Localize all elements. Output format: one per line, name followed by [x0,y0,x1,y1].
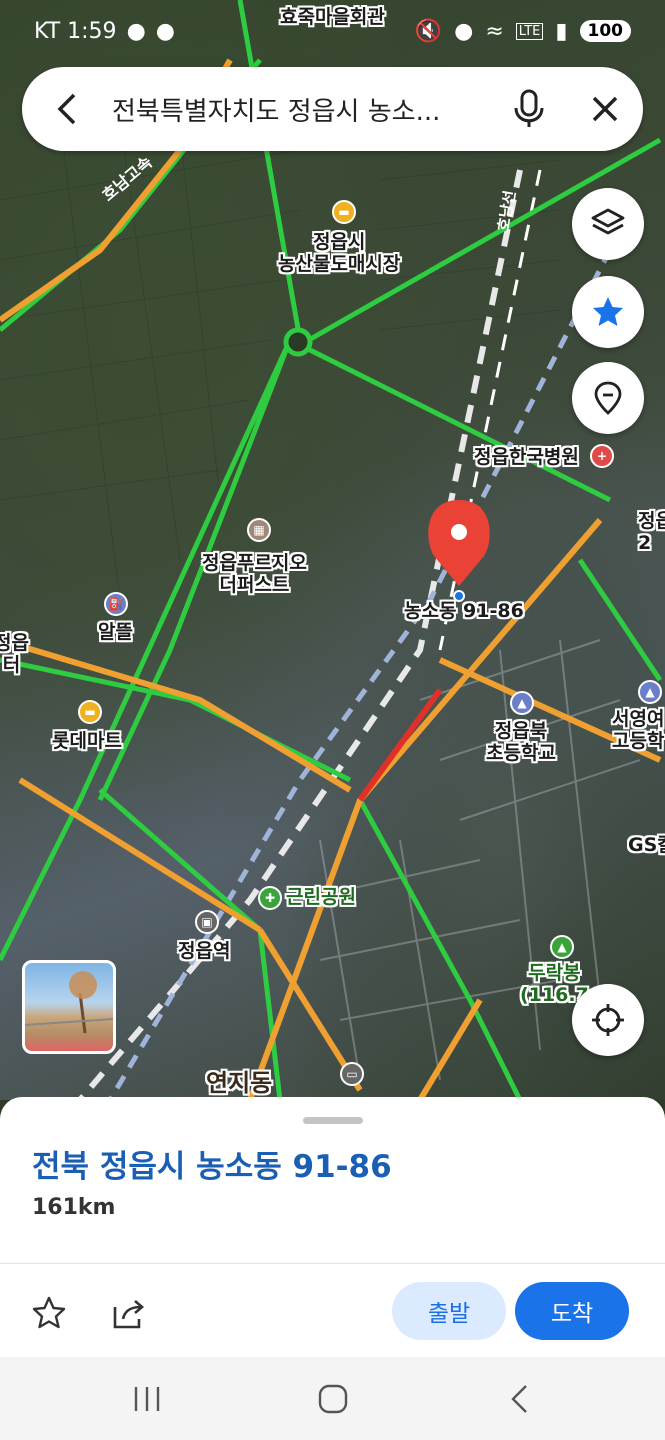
search-query[interactable]: 전북특별자치도 정읍시 농소... [112,91,491,128]
mart-icon[interactable]: ▬ [78,700,102,724]
share-button[interactable] [108,1292,150,1334]
map-label-altteul[interactable]: 알뜰 [98,621,133,643]
map-label-hospital[interactable]: 정읍한국병원 [474,446,579,468]
map-label-left-edge: 정읍 터 [0,632,29,676]
star-filled-icon [593,297,623,326]
place-distance: 161km [32,1195,116,1220]
map-label-gs[interactable]: GS칼 [628,834,665,856]
voice-search-button[interactable] [491,67,567,151]
location-icon: ● [454,18,474,44]
bus-icon[interactable]: ▭ [340,1062,364,1086]
map-label-school[interactable]: 정읍북 초등학교 [486,720,556,764]
status-bar: KT 1:59 ● ● 🔇 ● ≈ LTE ▮ 100 [0,0,665,62]
crosshair-icon [592,1004,624,1036]
location-pin-icon[interactable] [428,500,490,602]
highschool-icon[interactable]: ▲ [638,680,662,704]
system-nav-bar [0,1357,665,1440]
arrive-button[interactable]: 도착 [515,1282,629,1340]
sheet-drag-handle[interactable] [303,1117,363,1124]
signal-icon: ▮ [555,18,568,44]
mute-icon: 🔇 [414,18,443,44]
recent-apps-button[interactable] [102,1357,192,1440]
mic-icon [514,89,544,127]
home-button[interactable] [288,1357,378,1440]
back-arrow-icon [57,93,76,125]
recents-icon [134,1386,160,1411]
hospital-icon[interactable]: + [590,444,614,468]
map-label-station[interactable]: 정읍역 [178,940,230,962]
place-marker-button[interactable] [572,362,644,434]
wifi-icon: ≈ [485,18,504,44]
mountain-icon[interactable]: ▲ [550,935,574,959]
carrier-time: KT 1:59 [34,18,117,44]
apartment-icon[interactable]: ▦ [247,518,271,542]
map-label-lottemart[interactable]: 롯데마트 [52,730,122,752]
system-back-button[interactable] [474,1357,564,1440]
map-label-highschool[interactable]: 서영여 고등학 [612,708,664,752]
home-icon [318,1384,348,1413]
back-chevron-icon [511,1384,527,1413]
map-label-district: 연지동 [206,1069,273,1097]
place-detail-sheet[interactable]: 전북 정읍시 농소동 91-86 161km 출발 도착 [0,1097,665,1357]
train-station-icon[interactable]: ▣ [195,910,219,934]
share-icon [113,1300,144,1329]
school-icon[interactable]: ▲ [510,691,534,715]
park-icon[interactable]: ✚ [258,886,282,910]
market-icon[interactable]: ▬ [332,200,356,224]
map-label-purgio[interactable]: 정읍푸르지오 더퍼스트 [202,552,307,596]
map-label-park[interactable]: 근린공원 [286,886,356,908]
map-label-right-edge: 정읍 2 [638,510,665,554]
close-icon [592,96,618,122]
sheet-divider [0,1263,665,1264]
chat-icon: ● [155,18,175,44]
favorites-button[interactable] [572,276,644,348]
clear-button[interactable] [567,67,643,151]
map-pin-icon [594,381,622,415]
map-view[interactable]: 효죽마을회관 ▬ 정읍시 농산물도매시장 정읍한국병원 + ▦ 정읍푸르지오 더… [0,0,665,1100]
street-view-thumbnail[interactable] [22,960,116,1054]
place-address: 전북 정읍시 농소동 91-86 [32,1149,392,1185]
notification-icon: ● [126,18,146,44]
street-view-image [25,971,113,1034]
save-place-button[interactable] [28,1292,70,1334]
depart-button[interactable]: 출발 [392,1282,506,1340]
star-outline-icon [32,1296,66,1329]
battery-level: 100 [579,20,631,42]
gas-station-icon[interactable]: ⛽ [104,592,128,616]
map-label-pin: 농소동 91-86 [404,600,524,622]
back-button[interactable] [22,67,112,151]
map-label-market[interactable]: 정읍시 농산물도매시장 [278,231,400,275]
current-location-button[interactable] [572,984,644,1056]
layers-icon [591,208,625,235]
search-bar[interactable]: 전북특별자치도 정읍시 농소... [22,67,643,151]
layers-button[interactable] [572,188,644,260]
network-type: LTE [515,22,544,40]
